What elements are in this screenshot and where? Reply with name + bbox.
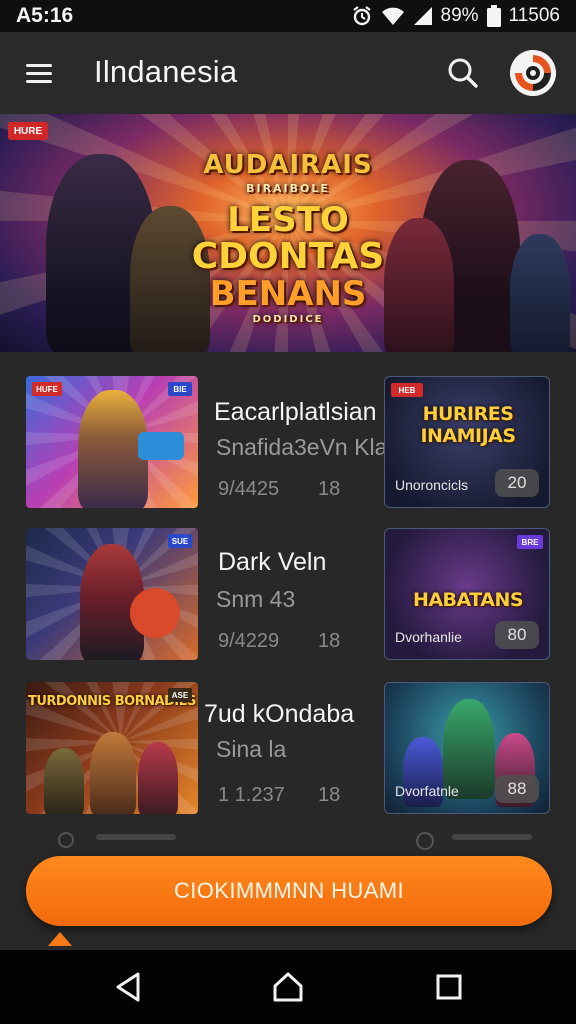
battery-icon	[486, 5, 501, 27]
back-icon[interactable]	[106, 964, 152, 1010]
system-nav-bar	[0, 950, 576, 1024]
rating-count: 18	[318, 630, 341, 652]
hero-badge: HURE	[8, 122, 48, 140]
hero-footer: DODIDICE	[252, 314, 324, 325]
thumbnail-character-3	[44, 748, 84, 814]
card-label: Dvorhanlie	[395, 629, 462, 645]
card-label: Unoroncicls	[395, 477, 469, 493]
recents-icon[interactable]	[426, 964, 472, 1010]
hero-title-line2: CDONTAS	[191, 236, 385, 277]
view-count: 1 1.237	[218, 784, 285, 806]
partial-list-item	[0, 826, 576, 856]
list-item: TURDONNIS BORNADIES ASE 7ud kOndaba Sina…	[0, 682, 576, 822]
card-count: 20	[495, 469, 539, 497]
alarm-icon	[351, 5, 373, 27]
card-count: 80	[495, 621, 539, 649]
game-title[interactable]: Eacarlplatlsian	[214, 398, 377, 427]
menu-icon[interactable]	[22, 58, 56, 88]
thumbnail-character-2	[138, 742, 178, 814]
game-subtitle: Snm 43	[216, 586, 296, 612]
battery-percent: 89%	[440, 5, 479, 26]
game-stats: 9/4425 18	[218, 478, 340, 501]
card-badge: BRE	[517, 535, 543, 549]
list-item: HUFE BIE Eacarlplatlsian Snafida3eVn Kla…	[0, 376, 576, 516]
wifi-icon	[381, 6, 405, 26]
cta-label: CIOKIMMMNN HUAMI	[173, 878, 405, 903]
thumbnail-character	[90, 732, 136, 814]
rating-count: 18	[318, 784, 341, 806]
card-count: 88	[495, 775, 539, 803]
hero-logo-sub: BIRAIBOLE	[246, 182, 330, 195]
partial-play-icon	[416, 832, 434, 850]
thumbnail-badge-right: BIE	[168, 382, 192, 396]
search-icon[interactable]	[444, 54, 482, 92]
app-title: Ilndanesia	[94, 54, 238, 89]
card-badge: HEB	[391, 383, 423, 397]
game-subtitle: Sina la	[216, 736, 287, 762]
card-title: HURIRES INAMIJAS	[420, 403, 516, 447]
game-title[interactable]: 7ud kOndaba	[204, 700, 354, 729]
thumbnail-badge-right: ASE	[168, 688, 192, 702]
game-stats: 1 1.237 18	[218, 784, 340, 807]
game-stats: 9/4229 18	[218, 630, 340, 653]
profile-icon[interactable]	[510, 50, 556, 96]
featured-card[interactable]: BRE HABATANS Dvorhanlie 80	[384, 528, 550, 660]
app-bar: Ilndanesia	[0, 32, 576, 114]
hero-title-line3: BENANS	[209, 274, 367, 314]
list-item: SUE Dark Veln Snm 43 9/4229 18 BRE HABAT…	[0, 528, 576, 668]
view-count: 9/4229	[218, 630, 280, 652]
home-icon[interactable]	[265, 964, 311, 1010]
status-time: A5:16	[16, 4, 74, 27]
primary-cta-button[interactable]: CIOKIMMMNN HUAMI	[26, 856, 552, 926]
game-thumbnail[interactable]: TURDONNIS BORNADIES ASE	[26, 682, 198, 814]
view-count: 9/4425	[218, 478, 280, 500]
game-thumbnail[interactable]: HUFE BIE	[26, 376, 198, 508]
hero-logo: AUDAIRAIS	[203, 150, 373, 180]
game-thumbnail[interactable]: SUE	[26, 528, 198, 660]
thumbnail-weapon	[138, 432, 184, 460]
hero-banner[interactable]: HURE AUDAIRAIS BIRAIBOLE LESTO CDONTAS B…	[0, 114, 576, 352]
signal-icon	[413, 6, 433, 26]
partial-search-icon	[58, 832, 74, 848]
game-subtitle: Snafida3eVn Klalm	[216, 434, 412, 460]
rating-count: 18	[318, 478, 341, 500]
thumbnail-badge-right: SUE	[168, 534, 192, 548]
game-title[interactable]: Dark Veln	[218, 548, 326, 577]
status-icons: 89% 11506	[351, 5, 560, 27]
thumbnail-cape	[130, 588, 180, 638]
card-title: HABATANS	[412, 589, 524, 611]
status-bar: A5:16 89% 11506	[0, 0, 576, 32]
card-label: Dvorfatnle	[395, 783, 459, 799]
clock-right: 11506	[508, 5, 560, 26]
hero-title-line1: LESTO	[227, 200, 349, 240]
thumbnail-badge: HUFE	[32, 382, 62, 396]
featured-card[interactable]: Dvorfatnle 88	[384, 682, 550, 814]
cta-pointer	[48, 932, 72, 946]
featured-card[interactable]: HEB HURIRES INAMIJAS Unoroncicls 20	[384, 376, 550, 508]
